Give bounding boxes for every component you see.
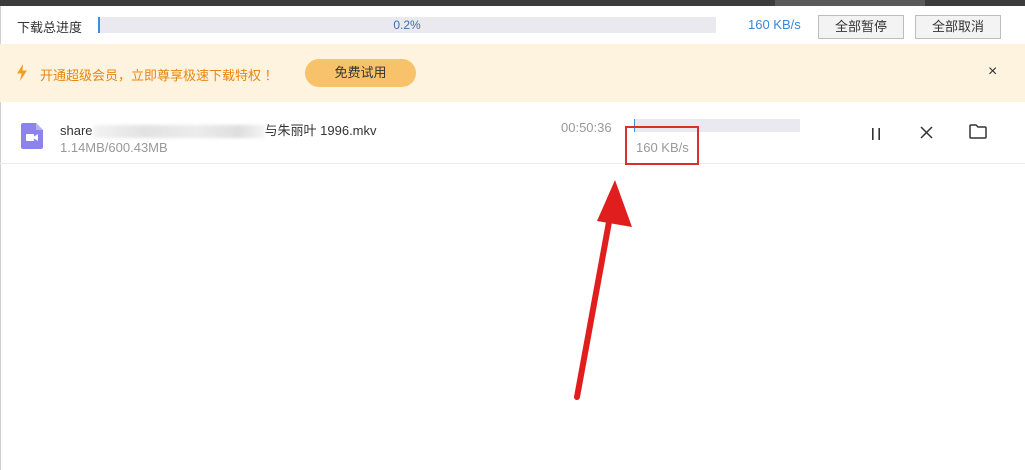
total-progress-bar: 0.2% xyxy=(98,17,716,33)
pause-icon[interactable] xyxy=(871,128,881,140)
promo-close-icon[interactable]: × xyxy=(988,63,997,81)
total-progress-percent: 0.2% xyxy=(393,18,421,32)
file-name-prefix: share xyxy=(60,123,93,138)
promo-text: 开通超级会员，立即尊享极速下载特权 ！ xyxy=(40,68,278,83)
file-name-redacted xyxy=(92,125,265,139)
cancel-all-button[interactable]: 全部取消 xyxy=(915,15,1001,39)
total-progress-label: 下载总进度 xyxy=(17,20,83,35)
free-trial-button[interactable]: 免费试用 xyxy=(305,59,416,87)
file-size: 1.14MB/600.43MB xyxy=(60,140,168,155)
folder-icon[interactable] xyxy=(969,124,987,139)
file-name: share 与朱丽叶 1996.mkv xyxy=(60,120,377,139)
total-speed: 160 KB/s xyxy=(748,17,801,32)
download-task-row[interactable]: share 与朱丽叶 1996.mkv 1.14MB/600.43MB 00:50… xyxy=(0,103,1025,164)
promo-banner: 开通超级会员，立即尊享极速下载特权 ！ 免费试用 × xyxy=(0,44,1025,102)
time-remaining: 00:50:36 xyxy=(561,120,612,135)
video-file-icon xyxy=(21,123,43,149)
pause-all-button[interactable]: 全部暂停 xyxy=(818,15,904,39)
speed-highlight-box xyxy=(625,126,699,165)
total-progress-header: 下载总进度 0.2% 160 KB/s 全部暂停 全部取消 xyxy=(0,6,1025,44)
close-icon[interactable] xyxy=(920,126,933,139)
lightning-icon xyxy=(17,64,27,81)
file-name-suffix: 与朱丽叶 1996.mkv xyxy=(264,123,377,138)
